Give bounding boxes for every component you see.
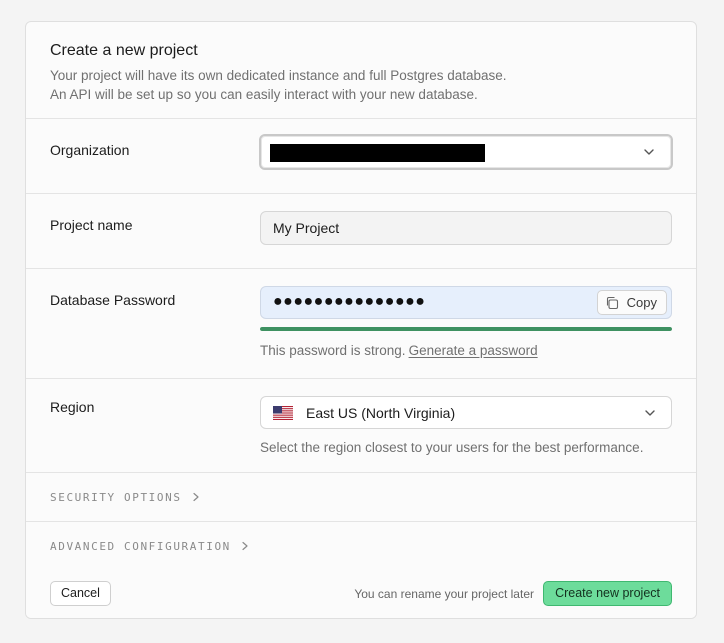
password-strength-bar	[260, 327, 672, 331]
chevron-down-icon	[645, 410, 655, 416]
region-row: Region East US (North Virginia) Select t…	[26, 379, 696, 473]
region-label: Region	[50, 399, 95, 415]
chevron-right-icon	[192, 492, 199, 502]
chevron-right-icon	[242, 541, 248, 551]
chevron-down-icon	[644, 149, 654, 155]
description-line-2: An API will be set up so you can easily …	[50, 87, 478, 102]
card-header: Create a new project Your project will h…	[26, 22, 696, 119]
redacted-organization-name	[270, 144, 485, 162]
page-description: Your project will have its own dedicated…	[50, 66, 672, 104]
advanced-configuration-toggle[interactable]: ADVANCED CONFIGURATION	[26, 522, 696, 571]
cancel-button[interactable]: Cancel	[50, 581, 111, 606]
project-name-label: Project name	[50, 217, 133, 233]
region-value: East US (North Virginia)	[306, 405, 456, 421]
password-strength-fill	[260, 327, 672, 331]
copy-icon	[606, 296, 618, 309]
region-hint: Select the region closest to your users …	[260, 440, 644, 455]
create-project-button[interactable]: Create new project	[543, 581, 672, 606]
create-project-card: Create a new project Your project will h…	[25, 21, 697, 619]
project-name-row: Project name My Project	[26, 194, 696, 269]
security-options-label: SECURITY OPTIONS	[50, 490, 182, 504]
organization-label: Organization	[50, 142, 130, 158]
password-masked-value: ●●●●●●●●●●●●●●●	[273, 293, 426, 310]
rename-note: You can rename your project later	[354, 587, 534, 601]
us-flag-icon	[273, 406, 293, 420]
generate-password-link[interactable]: Generate a password	[409, 343, 538, 358]
region-select[interactable]: East US (North Virginia)	[260, 396, 672, 429]
password-strength-text: This password is strong.	[260, 343, 406, 358]
copy-password-button[interactable]: Copy	[596, 290, 667, 315]
advanced-configuration-label: ADVANCED CONFIGURATION	[50, 539, 231, 553]
description-line-1: Your project will have its own dedicated…	[50, 68, 507, 83]
database-password-input[interactable]: ●●●●●●●●●●●●●●● Copy	[260, 286, 672, 319]
password-strength-hint: This password is strong. Generate a passw…	[260, 343, 538, 358]
project-name-input[interactable]: My Project	[260, 211, 672, 245]
security-options-toggle[interactable]: SECURITY OPTIONS	[26, 473, 696, 522]
database-password-label: Database Password	[50, 292, 176, 308]
card-footer: Cancel You can rename your project later…	[26, 569, 696, 618]
copy-button-label: Copy	[626, 295, 657, 310]
organization-select[interactable]	[259, 134, 673, 170]
organization-row: Organization	[26, 119, 696, 194]
page-title: Create a new project	[50, 42, 198, 59]
database-password-row: Database Password ●●●●●●●●●●●●●●● Copy T…	[26, 269, 696, 379]
